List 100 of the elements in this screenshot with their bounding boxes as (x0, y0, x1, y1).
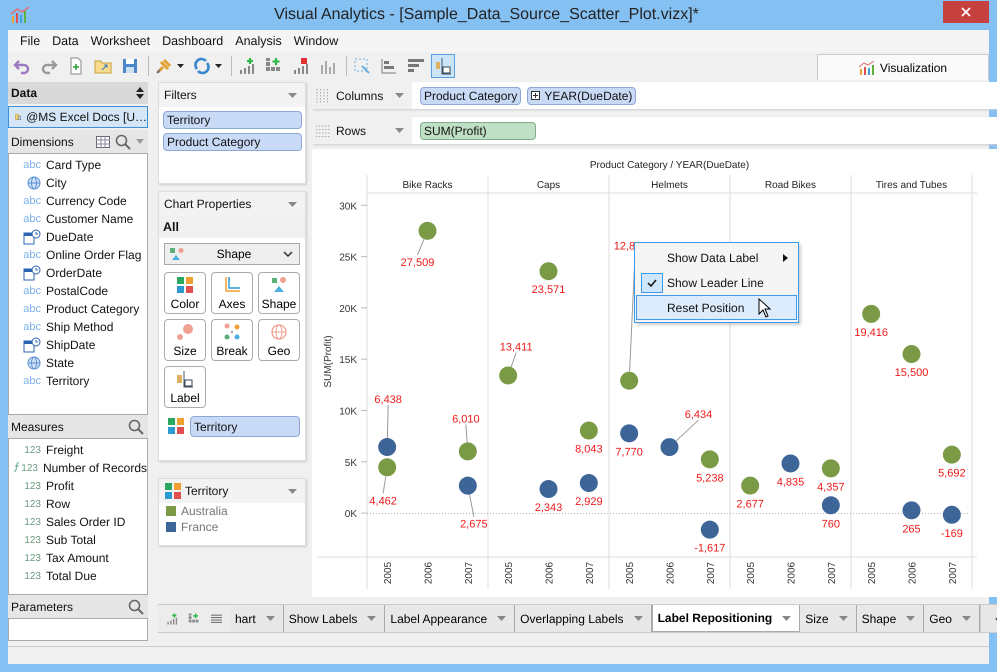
measure-field[interactable]: Freight (46, 443, 84, 457)
caret-icon[interactable] (136, 139, 144, 144)
menu-item[interactable]: Window (288, 34, 344, 48)
data-point[interactable] (499, 366, 518, 384)
dimension-field[interactable]: Online Order Flag (46, 248, 142, 262)
data-label[interactable]: 2,929 (575, 496, 603, 508)
data-label[interactable]: -169 (940, 528, 963, 540)
legend-label[interactable]: France (181, 520, 218, 534)
data-point[interactable] (620, 372, 638, 390)
data-point[interactable] (942, 446, 961, 464)
context-menu-item[interactable]: Show Data Label (636, 245, 797, 270)
property-button[interactable]: Geo (258, 319, 300, 361)
data-point[interactable] (942, 506, 961, 524)
menu-item[interactable]: Worksheet (84, 34, 156, 48)
filter-pill[interactable]: Territory (163, 111, 302, 129)
dimension-field[interactable]: Card Type (46, 158, 102, 172)
dimension-field[interactable]: OrderDate (46, 266, 102, 280)
data-label[interactable]: 7,770 (615, 446, 643, 458)
data-point[interactable] (822, 496, 840, 514)
dimension-field[interactable]: PostalCode (46, 284, 108, 298)
data-point[interactable] (700, 450, 719, 468)
dimension-field[interactable]: State (46, 356, 74, 370)
caret-icon[interactable] (395, 93, 404, 98)
caret-icon[interactable] (288, 488, 297, 494)
data-label[interactable]: 265 (902, 523, 921, 536)
sort-arrows-icon[interactable] (136, 87, 144, 99)
data-label[interactable]: 4,357 (817, 481, 845, 494)
data-point[interactable] (418, 222, 436, 240)
data-label[interactable]: 2,677 (736, 498, 764, 511)
data-point[interactable] (902, 501, 920, 520)
property-button[interactable]: Axes (211, 272, 253, 314)
property-button[interactable]: Shape (258, 272, 300, 314)
data-source-item[interactable]: @MS Excel Docs [U… (8, 106, 148, 128)
caret-icon[interactable] (288, 202, 297, 206)
menu-item[interactable]: File (14, 34, 46, 48)
measure-field[interactable]: Total Due (46, 569, 97, 583)
data-point[interactable] (660, 438, 678, 456)
field-pill[interactable]: YEAR(DueDate) (527, 86, 636, 104)
data-label[interactable]: 760 (822, 518, 840, 530)
dimension-field[interactable]: ShipDate (46, 338, 96, 352)
dimension-field[interactable]: Ship Method (46, 320, 114, 334)
data-label[interactable]: 13,411 (500, 341, 533, 354)
property-button[interactable]: Color (164, 272, 206, 314)
dimension-field[interactable]: Territory (46, 374, 90, 388)
dimension-field[interactable]: Product Category (46, 302, 140, 316)
caret-icon[interactable] (288, 92, 297, 98)
data-point[interactable] (378, 438, 396, 456)
data-label[interactable]: 12,8 (614, 240, 636, 253)
data-label[interactable]: 6,438 (374, 394, 402, 406)
data-label[interactable]: 15,500 (894, 367, 928, 380)
data-label[interactable]: 5,692 (938, 468, 966, 480)
data-label[interactable]: 23,571 (532, 284, 566, 296)
data-point[interactable] (540, 262, 558, 280)
property-button[interactable]: Break (211, 319, 253, 361)
data-point[interactable] (862, 304, 880, 323)
legend-label[interactable]: Australia (181, 504, 228, 518)
dimension-field[interactable]: Currency Code (46, 194, 127, 208)
filter-pill[interactable]: Product Category (163, 133, 302, 151)
data-point[interactable] (700, 520, 719, 539)
field-pill[interactable]: Product Category (420, 86, 522, 104)
menu-item[interactable]: Analysis (229, 34, 288, 48)
context-menu-item[interactable]: Show Leader Line (636, 270, 797, 295)
menu-item[interactable]: Dashboard (156, 34, 230, 48)
parameters-list[interactable] (8, 618, 148, 641)
data-point[interactable] (741, 476, 760, 495)
expand-icon[interactable] (531, 91, 540, 100)
data-label[interactable]: 19,416 (854, 326, 888, 339)
data-point[interactable] (458, 476, 477, 495)
data-label[interactable]: 8,043 (575, 444, 603, 456)
data-point[interactable] (620, 424, 638, 442)
measure-field[interactable]: Tax Amount (46, 551, 109, 565)
toolbar-button[interactable] (431, 54, 455, 78)
visualization-tab[interactable]: Visualization (817, 54, 989, 80)
data-point[interactable] (822, 459, 840, 478)
data-label[interactable]: 6,434 (684, 409, 712, 422)
search-icon[interactable] (115, 134, 131, 150)
table-icon[interactable] (96, 136, 110, 148)
property-button[interactable]: Size (164, 319, 206, 361)
data-label[interactable]: -1,617 (694, 542, 726, 555)
menu-item[interactable]: Data (46, 34, 85, 48)
data-point[interactable] (458, 442, 477, 460)
measure-field[interactable]: Profit (46, 479, 74, 493)
data-point[interactable] (378, 458, 396, 476)
measure-field[interactable]: Sub Total (46, 533, 96, 547)
data-label[interactable]: 5,238 (696, 472, 724, 484)
measure-field[interactable]: Number of Records (42, 461, 147, 475)
dimension-field[interactable]: City (46, 176, 67, 190)
property-button[interactable]: Label (164, 366, 206, 408)
caret-icon[interactable] (395, 128, 404, 133)
data-label[interactable]: 2,343 (534, 502, 562, 514)
data-point[interactable] (902, 345, 920, 364)
sheet-tab[interactable]: Label Repositioning (652, 605, 800, 632)
color-field-pill[interactable]: Territory (190, 416, 300, 437)
data-label[interactable]: 4,462 (369, 495, 397, 508)
data-label[interactable]: 6,010 (452, 413, 480, 426)
data-label[interactable]: 2,675 (460, 518, 488, 531)
measure-field[interactable]: Row (46, 497, 70, 511)
context-menu-item[interactable]: Reset Position (636, 295, 797, 320)
data-point[interactable] (540, 480, 558, 498)
data-point[interactable] (580, 422, 598, 440)
